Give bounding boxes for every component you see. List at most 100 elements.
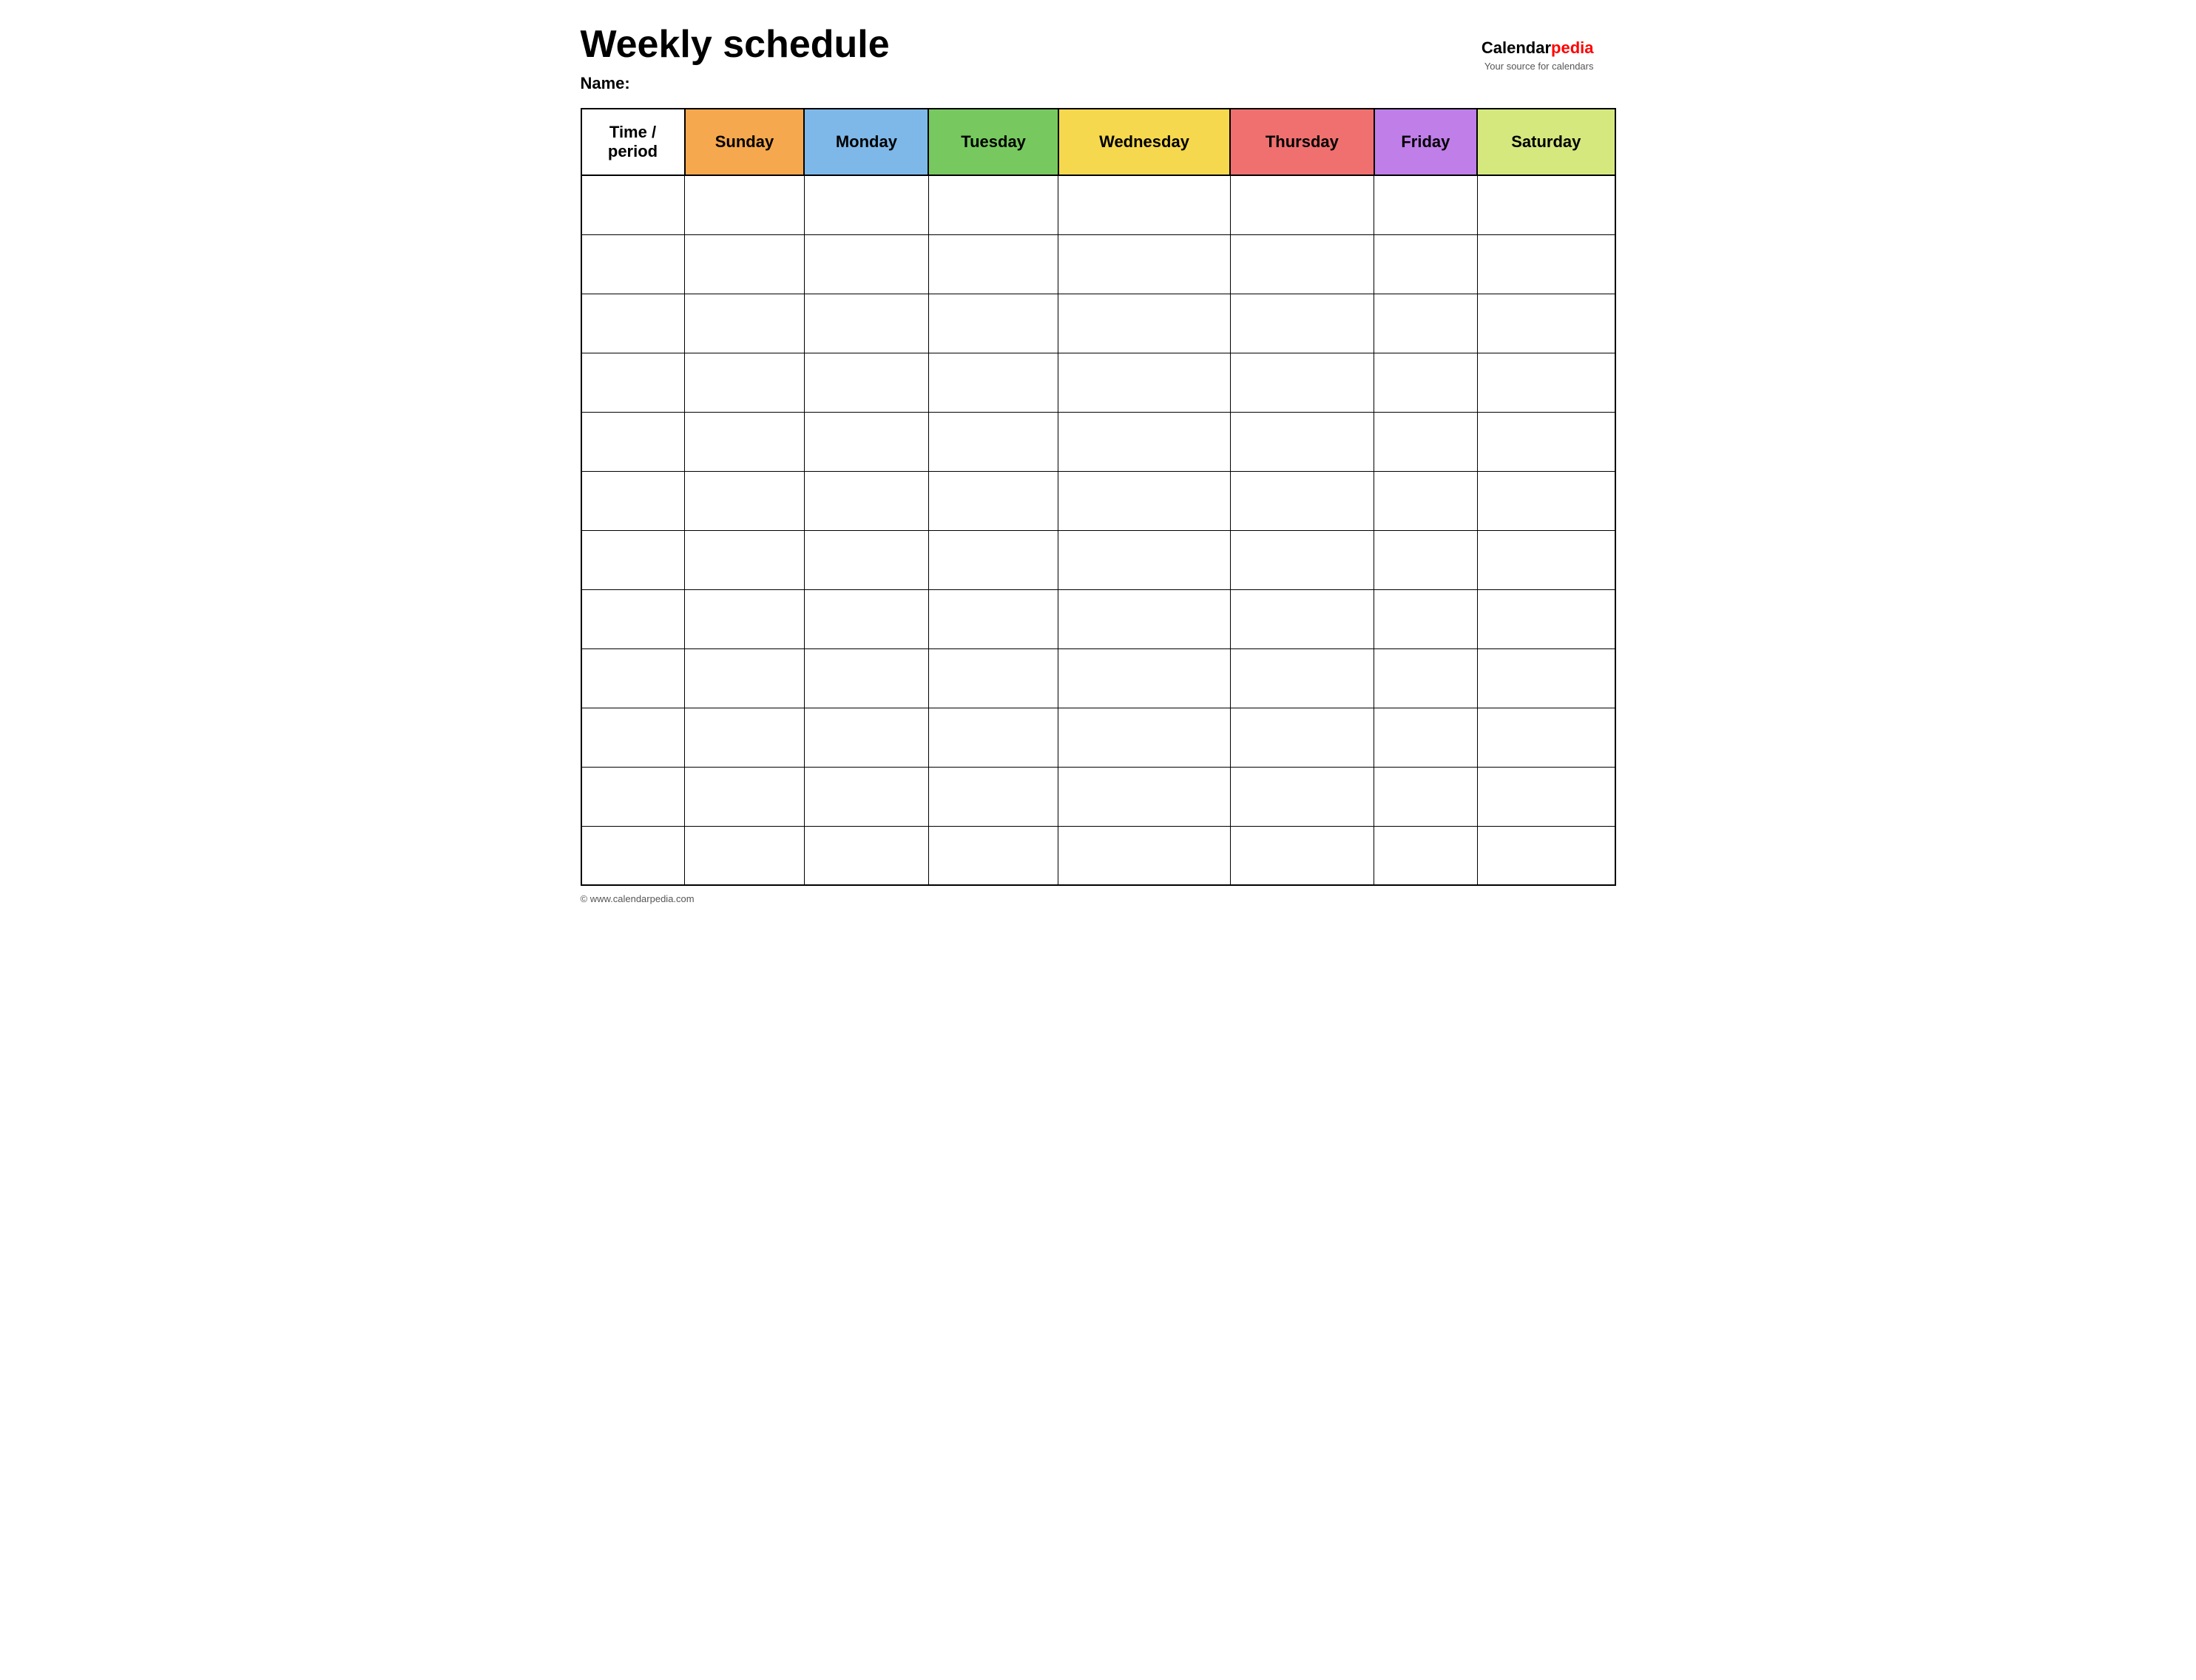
day-cell[interactable] xyxy=(1477,353,1615,412)
day-cell[interactable] xyxy=(804,530,928,589)
time-cell[interactable] xyxy=(581,589,685,648)
day-cell[interactable] xyxy=(1374,589,1478,648)
day-cell[interactable] xyxy=(1230,353,1374,412)
day-cell[interactable] xyxy=(1058,589,1230,648)
day-cell[interactable] xyxy=(685,530,805,589)
day-cell[interactable] xyxy=(1477,826,1615,885)
logo-area: Calendarpedia Your source for calendars xyxy=(1482,37,1594,73)
day-cell[interactable] xyxy=(1477,234,1615,294)
day-cell[interactable] xyxy=(928,589,1058,648)
day-cell[interactable] xyxy=(804,353,928,412)
day-cell[interactable] xyxy=(1477,175,1615,234)
day-cell[interactable] xyxy=(928,234,1058,294)
day-cell[interactable] xyxy=(685,767,805,826)
header-sunday: Sunday xyxy=(685,109,805,175)
time-cell[interactable] xyxy=(581,412,685,471)
day-cell[interactable] xyxy=(1374,767,1478,826)
day-cell[interactable] xyxy=(1374,353,1478,412)
day-cell[interactable] xyxy=(685,826,805,885)
day-cell[interactable] xyxy=(928,767,1058,826)
time-cell[interactable] xyxy=(581,708,685,767)
day-cell[interactable] xyxy=(1477,412,1615,471)
day-cell[interactable] xyxy=(928,648,1058,708)
day-cell[interactable] xyxy=(804,294,928,353)
day-cell[interactable] xyxy=(1058,471,1230,530)
day-cell[interactable] xyxy=(1230,234,1374,294)
day-cell[interactable] xyxy=(1058,648,1230,708)
day-cell[interactable] xyxy=(804,826,928,885)
day-cell[interactable] xyxy=(1374,175,1478,234)
day-cell[interactable] xyxy=(1058,708,1230,767)
time-cell[interactable] xyxy=(581,471,685,530)
day-cell[interactable] xyxy=(804,589,928,648)
day-cell[interactable] xyxy=(1230,412,1374,471)
day-cell[interactable] xyxy=(804,471,928,530)
day-cell[interactable] xyxy=(1230,175,1374,234)
day-cell[interactable] xyxy=(804,767,928,826)
day-cell[interactable] xyxy=(685,589,805,648)
name-label: Name: xyxy=(581,74,1616,93)
time-cell[interactable] xyxy=(581,175,685,234)
day-cell[interactable] xyxy=(1230,708,1374,767)
day-cell[interactable] xyxy=(1374,412,1478,471)
time-cell[interactable] xyxy=(581,648,685,708)
time-cell[interactable] xyxy=(581,234,685,294)
day-cell[interactable] xyxy=(1374,648,1478,708)
time-cell[interactable] xyxy=(581,826,685,885)
day-cell[interactable] xyxy=(928,471,1058,530)
day-cell[interactable] xyxy=(1058,412,1230,471)
time-cell[interactable] xyxy=(581,530,685,589)
day-cell[interactable] xyxy=(1477,708,1615,767)
day-cell[interactable] xyxy=(1477,589,1615,648)
day-cell[interactable] xyxy=(1374,234,1478,294)
day-cell[interactable] xyxy=(1230,471,1374,530)
day-cell[interactable] xyxy=(685,648,805,708)
day-cell[interactable] xyxy=(1477,471,1615,530)
day-cell[interactable] xyxy=(1058,234,1230,294)
day-cell[interactable] xyxy=(804,412,928,471)
day-cell[interactable] xyxy=(1477,648,1615,708)
day-cell[interactable] xyxy=(685,708,805,767)
day-cell[interactable] xyxy=(1058,826,1230,885)
day-cell[interactable] xyxy=(1230,826,1374,885)
day-cell[interactable] xyxy=(928,530,1058,589)
day-cell[interactable] xyxy=(1477,294,1615,353)
day-cell[interactable] xyxy=(1230,294,1374,353)
day-cell[interactable] xyxy=(928,826,1058,885)
day-cell[interactable] xyxy=(928,353,1058,412)
day-cell[interactable] xyxy=(1230,648,1374,708)
time-cell[interactable] xyxy=(581,353,685,412)
day-cell[interactable] xyxy=(685,294,805,353)
day-cell[interactable] xyxy=(1477,767,1615,826)
header-time: Time / period xyxy=(581,109,685,175)
day-cell[interactable] xyxy=(1058,353,1230,412)
day-cell[interactable] xyxy=(804,234,928,294)
day-cell[interactable] xyxy=(1230,530,1374,589)
day-cell[interactable] xyxy=(1058,767,1230,826)
day-cell[interactable] xyxy=(1477,530,1615,589)
day-cell[interactable] xyxy=(685,353,805,412)
day-cell[interactable] xyxy=(804,648,928,708)
day-cell[interactable] xyxy=(685,471,805,530)
day-cell[interactable] xyxy=(685,234,805,294)
day-cell[interactable] xyxy=(928,294,1058,353)
day-cell[interactable] xyxy=(1058,175,1230,234)
day-cell[interactable] xyxy=(928,708,1058,767)
day-cell[interactable] xyxy=(1230,767,1374,826)
day-cell[interactable] xyxy=(1374,826,1478,885)
day-cell[interactable] xyxy=(1230,589,1374,648)
day-cell[interactable] xyxy=(1058,294,1230,353)
time-cell[interactable] xyxy=(581,294,685,353)
day-cell[interactable] xyxy=(1374,708,1478,767)
day-cell[interactable] xyxy=(1374,530,1478,589)
day-cell[interactable] xyxy=(685,412,805,471)
day-cell[interactable] xyxy=(804,708,928,767)
day-cell[interactable] xyxy=(1374,294,1478,353)
time-cell[interactable] xyxy=(581,767,685,826)
day-cell[interactable] xyxy=(928,412,1058,471)
day-cell[interactable] xyxy=(928,175,1058,234)
day-cell[interactable] xyxy=(804,175,928,234)
day-cell[interactable] xyxy=(1058,530,1230,589)
day-cell[interactable] xyxy=(1374,471,1478,530)
day-cell[interactable] xyxy=(685,175,805,234)
